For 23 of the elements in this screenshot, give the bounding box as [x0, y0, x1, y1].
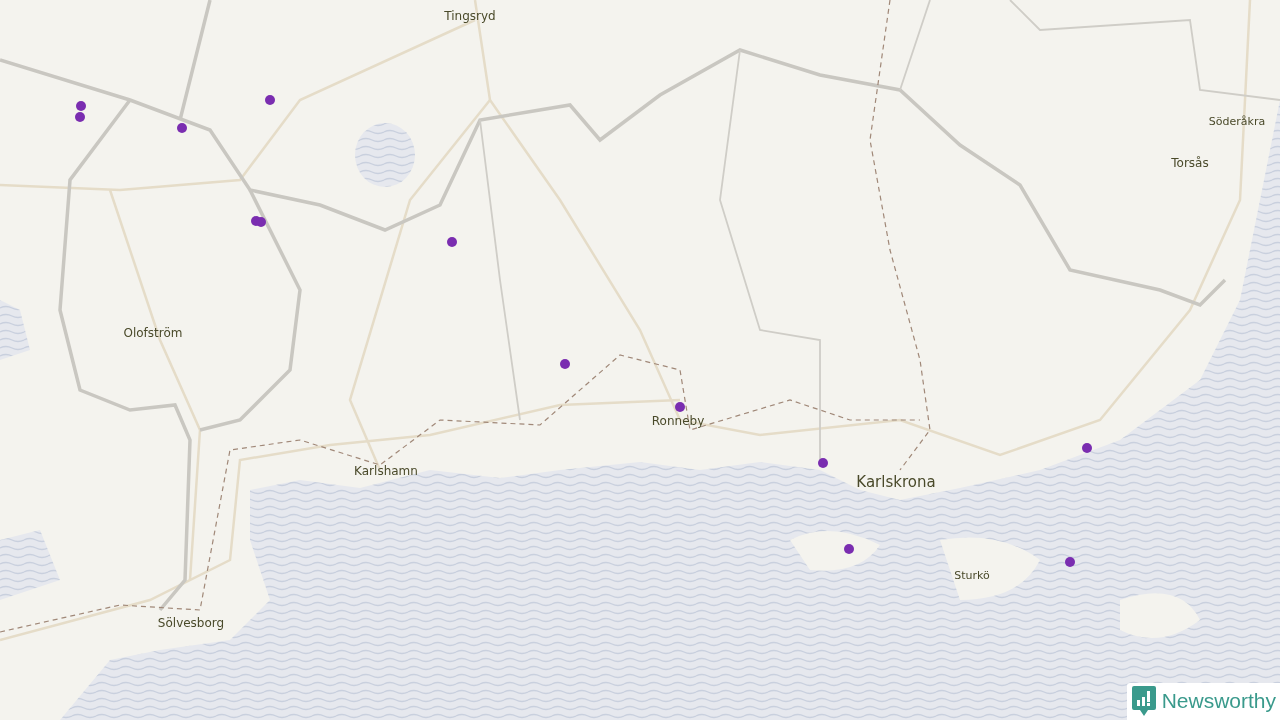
place-label: Tingsryd: [444, 9, 496, 23]
place-label: Sturkö: [954, 568, 990, 582]
place-label: Ronneby: [651, 414, 705, 428]
logo-text: Newsworthy: [1161, 689, 1276, 713]
map-marker[interactable]: [256, 217, 266, 227]
map-marker[interactable]: [1082, 443, 1092, 453]
place-label: Söderåkra: [1208, 114, 1266, 128]
place-label: Olofström: [123, 326, 183, 340]
map-marker[interactable]: [265, 95, 275, 105]
map-marker[interactable]: [844, 544, 854, 554]
logo-icon: [1131, 686, 1156, 716]
map-marker[interactable]: [447, 237, 457, 247]
map-marker[interactable]: [177, 123, 187, 133]
map-marker[interactable]: [560, 359, 570, 369]
map-marker[interactable]: [1065, 557, 1075, 567]
place-label: Karlshamn: [354, 464, 418, 478]
map-marker[interactable]: [76, 101, 86, 111]
place-label: Sölvesborg: [157, 616, 225, 630]
map-marker[interactable]: [675, 402, 685, 412]
map-marker[interactable]: [75, 112, 85, 122]
map-marker[interactable]: [818, 458, 828, 468]
place-label: Karlskrona: [856, 473, 936, 491]
place-label: Torsås: [1171, 156, 1209, 170]
